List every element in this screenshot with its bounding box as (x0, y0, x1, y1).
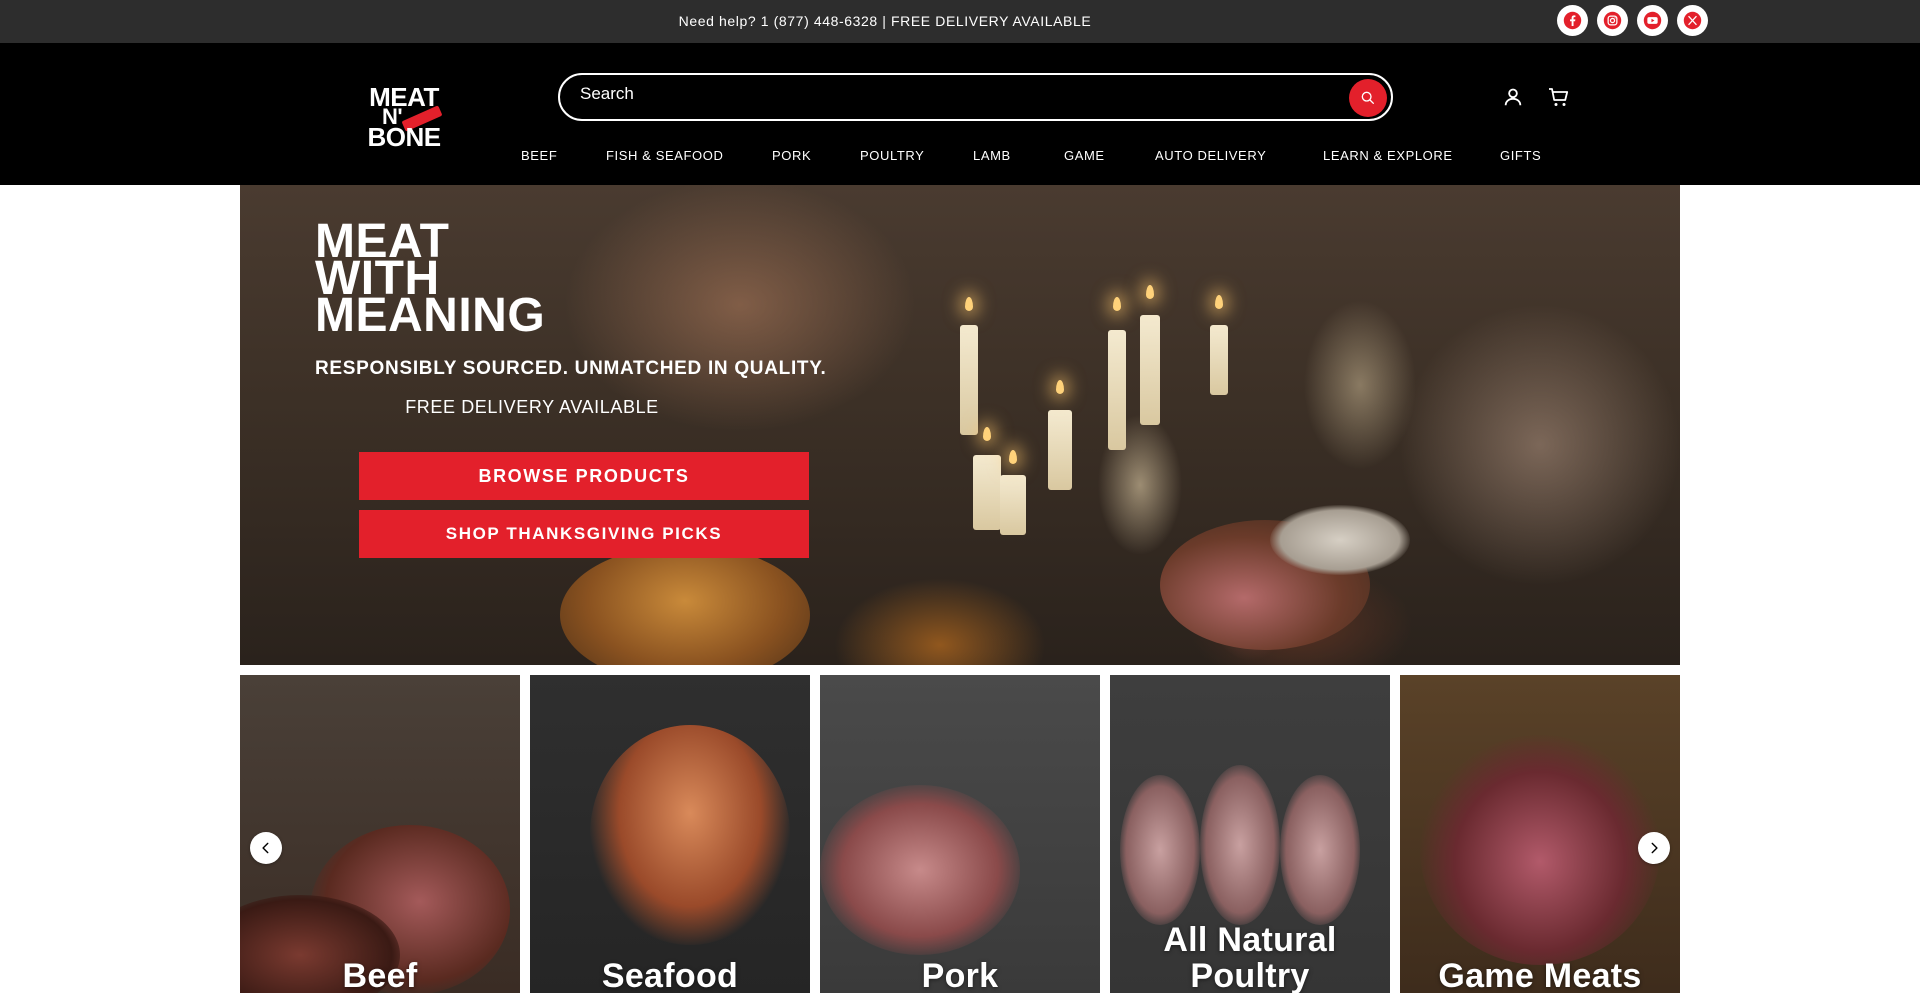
nav-poultry[interactable]: POULTRY (860, 148, 924, 163)
category-card-beef[interactable]: Beef (240, 675, 520, 993)
category-label: Pork (921, 957, 999, 993)
shop-thanksgiving-button[interactable]: SHOP THANKSGIVING PICKS (359, 510, 809, 558)
rack-of-game-image (1420, 735, 1660, 965)
search-bar[interactable]: Search (558, 73, 1393, 121)
site-logo[interactable]: MEAT N' BONE (362, 84, 446, 152)
candle-flame (1113, 297, 1121, 311)
candle (1000, 475, 1026, 535)
nav-lamb[interactable]: LAMB (973, 148, 1011, 163)
chevron-right-icon (1651, 842, 1658, 854)
hero-title: MEAT WITH MEANING (315, 218, 546, 342)
cart-icon[interactable] (1545, 83, 1573, 111)
candle-flame (1056, 380, 1064, 394)
candle-flame (1146, 285, 1154, 299)
category-label: Beef (342, 957, 418, 993)
youtube-icon[interactable] (1637, 5, 1668, 36)
candle (960, 325, 978, 435)
candle (1108, 330, 1126, 450)
candle (1140, 315, 1160, 425)
category-card-game-meats[interactable]: Game Meats (1400, 675, 1680, 993)
roast-turkey-image (560, 545, 810, 665)
pork-chop-image (820, 785, 1020, 955)
candle-flame (965, 297, 973, 311)
help-text: Need help? 1 (877) 448-6328 | FREE DELIV… (678, 13, 1092, 29)
account-icon[interactable] (1499, 83, 1527, 111)
search-input[interactable]: Search (580, 75, 634, 119)
hero-subtitle: RESPONSIBLY SOURCED. UNMATCHED IN QUALIT… (315, 358, 827, 379)
nav-pork[interactable]: PORK (772, 148, 811, 163)
category-label: Game Meats (1438, 957, 1642, 993)
x-icon[interactable] (1677, 5, 1708, 36)
category-label: Seafood (601, 957, 739, 993)
category-label: All Natural Poultry (1163, 921, 1337, 993)
chevron-left-icon (262, 842, 269, 854)
nav-game[interactable]: GAME (1064, 148, 1105, 163)
chicken-leg-image (1200, 765, 1280, 925)
carousel-prev-button[interactable] (250, 832, 282, 864)
candle-flame (1215, 295, 1223, 309)
browse-products-button[interactable]: BROWSE PRODUCTS (359, 452, 809, 500)
salmon-image (590, 725, 790, 945)
hero-delivery-text: FREE DELIVERY AVAILABLE (405, 397, 659, 417)
candle (973, 455, 1001, 530)
hero-banner: MEAT WITH MEANING RESPONSIBLY SOURCED. U… (240, 185, 1680, 665)
nav-fish-seafood[interactable]: FISH & SEAFOOD (606, 148, 723, 163)
logo-line-3: BONE (367, 122, 441, 152)
site-header: MEAT N' BONE Search BEEF FISH & SEAFOOD … (0, 43, 1920, 185)
nav-gifts[interactable]: GIFTS (1500, 148, 1541, 163)
candle-flame (983, 427, 991, 441)
category-card-poultry[interactable]: All Natural Poultry (1110, 675, 1390, 993)
chicken-leg-image (1280, 775, 1360, 925)
carousel-next-button[interactable] (1638, 832, 1670, 864)
nav-beef[interactable]: BEEF (521, 148, 557, 163)
category-card-seafood[interactable]: Seafood (530, 675, 810, 993)
nav-learn-explore[interactable]: LEARN & EXPLORE (1323, 148, 1453, 163)
search-button[interactable] (1349, 79, 1387, 117)
announcement-bar: Need help? 1 (877) 448-6328 | FREE DELIV… (0, 0, 1920, 43)
chicken-leg-image (1120, 775, 1200, 925)
category-carousel: Beef Seafood Pork All Natural Poultry Ga… (240, 675, 1680, 993)
instagram-icon[interactable] (1597, 5, 1628, 36)
candle-flame (1009, 450, 1017, 464)
candle (1210, 325, 1228, 395)
nav-auto-delivery[interactable]: AUTO DELIVERY (1155, 148, 1266, 163)
bowl-image (1270, 505, 1410, 575)
search-icon (1361, 91, 1374, 104)
facebook-icon[interactable] (1557, 5, 1588, 36)
candle (1048, 410, 1072, 490)
hero-title-line-3: MEANING (315, 289, 546, 342)
main-nav: BEEF FISH & SEAFOOD PORK POULTRY LAMB GA… (0, 148, 1920, 168)
category-card-pork[interactable]: Pork (820, 675, 1100, 993)
